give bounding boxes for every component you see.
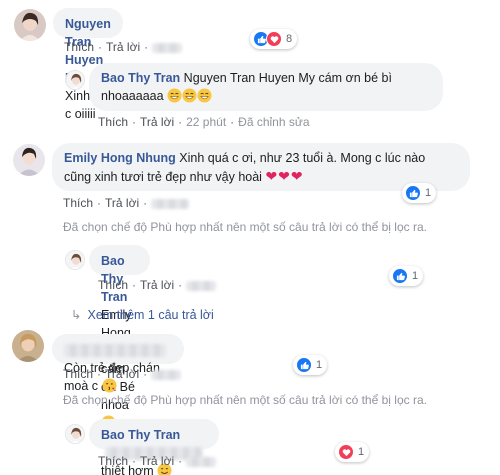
comment-actions: Thích · Trả lời ·: [64, 40, 183, 54]
blurred-timestamp: [186, 280, 217, 291]
comment-actions: Thích · Trả lời ·: [98, 278, 217, 292]
avatar[interactable]: [65, 424, 85, 444]
reaction-summary[interactable]: 1: [335, 442, 370, 462]
reply-link[interactable]: Trả lời: [106, 40, 140, 54]
reaction-count: 1: [316, 359, 323, 371]
comment-author[interactable]: Emily Hong Nhung: [64, 151, 176, 165]
avatar[interactable]: [65, 70, 85, 90]
comment-author[interactable]: Bao Thy Tran: [101, 71, 180, 85]
blurred-timestamp: [151, 369, 182, 380]
reply-link[interactable]: Trả lời: [105, 196, 139, 210]
comment-author[interactable]: Bao Thy Tran: [101, 428, 180, 442]
reaction-count: 8: [286, 33, 293, 45]
comment-bubble: Bao Thy Tran thiệt hơm: [89, 419, 219, 475]
reaction-summary[interactable]: 1: [293, 355, 328, 375]
like-icon: [392, 268, 408, 284]
comment-text: Xinh quá c ơi, như 23 tuổi à. Mong c lúc…: [179, 151, 426, 165]
grinning-sweat-emoji-icon: [197, 88, 212, 103]
comment-text-line2: cũng xinh tươi trẻ đẹp như vậy hoài: [64, 170, 262, 184]
avatar[interactable]: [12, 330, 44, 362]
reaction-summary[interactable]: 8: [250, 29, 298, 49]
reaction-summary[interactable]: 1: [402, 183, 437, 203]
avatar[interactable]: [13, 144, 45, 176]
love-icon: [266, 31, 282, 47]
comment-actions: Thích · Trả lời ·: [63, 367, 182, 381]
like-link[interactable]: Thích: [98, 454, 128, 468]
reply-link[interactable]: Trả lời: [140, 278, 174, 292]
comment-text-line2: nhoaaaaaa: [101, 89, 164, 103]
love-icon: [338, 444, 354, 460]
reaction-count: 1: [412, 270, 419, 282]
grinning-sweat-emoji-icon: [182, 88, 197, 103]
comment-bubble: Bao Thy Tran Emily Hong Nhung cám ơn Bé …: [89, 245, 150, 430]
mention[interactable]: Nguyen Tran Huyen My: [184, 71, 315, 85]
comment-actions: Thích · Trả lời · 22 phút · Đã chỉnh sửa: [98, 115, 310, 129]
reply-link[interactable]: Trả lời: [140, 115, 174, 129]
comment-bubble: Nguyen Tran Huyen My Xinh qa c oiiiii: [53, 8, 123, 121]
like-link[interactable]: Thích: [98, 278, 128, 292]
comment-actions: Thích · Trả lời ·: [63, 196, 190, 210]
blurred-timestamp: [186, 456, 217, 467]
comment-bubble: Còn trẻ đẹp chán moà c: [52, 334, 184, 393]
reaction-count: 1: [358, 446, 365, 458]
like-link[interactable]: Thích: [64, 40, 94, 54]
comment-actions: Thích · Trả lời ·: [98, 454, 217, 468]
view-more-label: Xem thêm 1 câu trả lời: [87, 308, 214, 322]
blurred-author-name[interactable]: [64, 344, 166, 358]
view-more-replies-link[interactable]: ↳ Xem thêm 1 câu trả lời: [71, 307, 214, 322]
like-link[interactable]: Thích: [63, 196, 93, 210]
filter-notice: Đã chọn chế độ Phù hợp nhất nên một số c…: [63, 393, 427, 407]
like-icon: [405, 185, 421, 201]
reaction-summary[interactable]: 1: [389, 266, 424, 286]
like-icon: [296, 357, 312, 373]
blurred-timestamp: [151, 198, 190, 209]
like-link[interactable]: Thích: [63, 367, 93, 381]
comment-text: cám ơn bé bì: [318, 71, 392, 85]
reply-link[interactable]: Trả lời: [105, 367, 139, 381]
blurred-timestamp: [152, 42, 183, 53]
reply-arrow-icon: ↳: [71, 308, 82, 322]
filter-notice: Đã chọn chế độ Phù hợp nhất nên một số c…: [63, 220, 427, 234]
reaction-count: 1: [425, 187, 432, 199]
grinning-sweat-emoji-icon: [167, 88, 182, 103]
avatar[interactable]: [65, 250, 85, 270]
reply-link[interactable]: Trả lời: [140, 454, 174, 468]
like-link[interactable]: Thích: [98, 115, 128, 129]
comment-bubble: Bao Thy Tran Nguyen Tran Huyen My cám ơn…: [89, 63, 443, 111]
heart-emoji-icon: ❤❤❤: [265, 168, 304, 184]
edited-label[interactable]: Đã chỉnh sửa: [238, 115, 309, 129]
avatar[interactable]: [14, 9, 46, 41]
timestamp[interactable]: 22 phút: [186, 115, 226, 129]
